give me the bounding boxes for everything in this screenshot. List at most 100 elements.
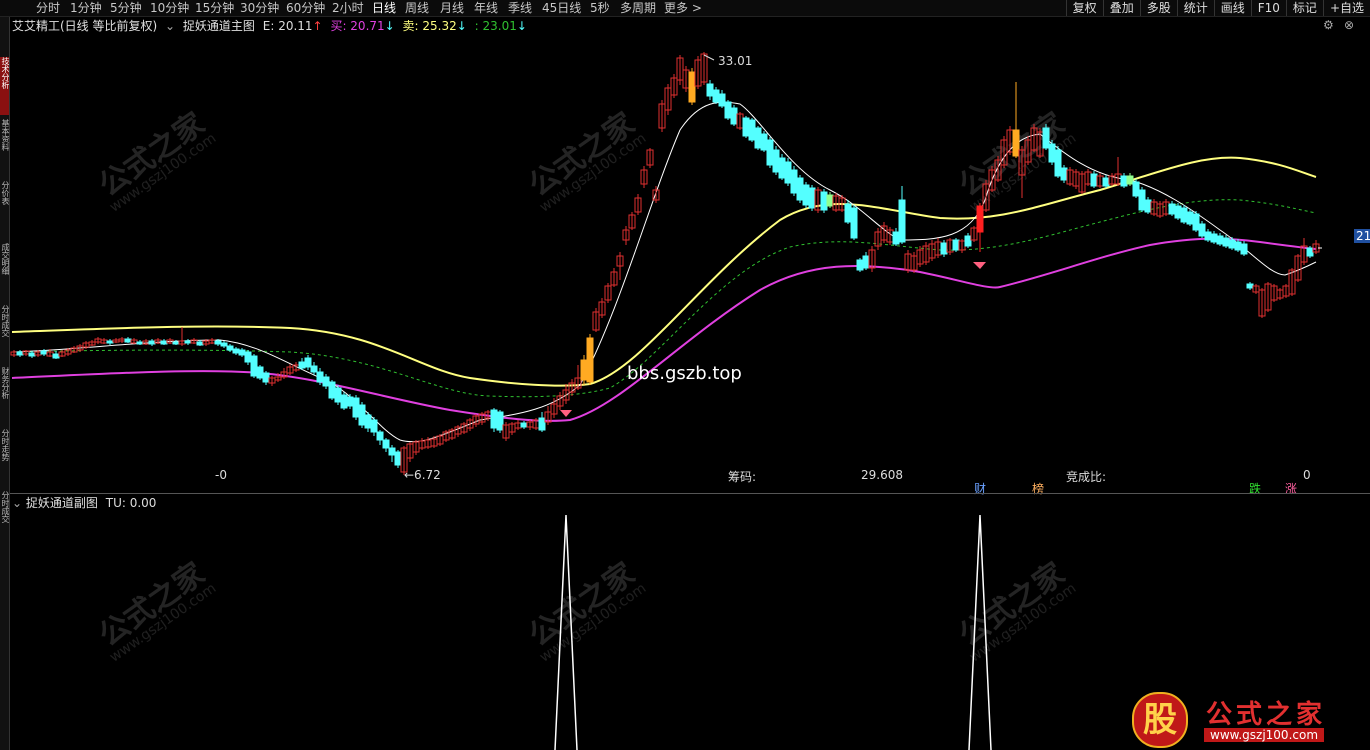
high-arrow-icon <box>703 54 715 61</box>
gem-marker-icon <box>560 410 572 417</box>
candle <box>868 246 876 272</box>
chip-value: 29.608 <box>861 468 903 482</box>
candle <box>814 187 822 213</box>
candle <box>502 422 510 441</box>
candle <box>1216 233 1224 246</box>
candle <box>826 192 834 208</box>
candle <box>130 338 138 344</box>
candle <box>154 338 162 344</box>
candle <box>508 422 516 435</box>
candle <box>1096 173 1104 188</box>
candle <box>1018 146 1026 198</box>
logo-url: www.gszj100.com <box>1204 728 1325 742</box>
candle <box>70 346 78 353</box>
tu-spike <box>554 514 578 750</box>
candle <box>184 339 192 345</box>
candle <box>448 428 456 440</box>
gem-marker-icon <box>973 262 986 269</box>
candle <box>1066 167 1074 186</box>
candle <box>124 337 132 343</box>
candle <box>958 239 966 253</box>
candle <box>832 193 840 212</box>
candle <box>346 394 354 409</box>
candle <box>220 341 228 348</box>
candle <box>238 348 246 357</box>
candle <box>616 252 624 280</box>
logo-glyph: 股 <box>1132 692 1188 748</box>
candle <box>712 87 720 104</box>
candle <box>316 368 324 385</box>
zhang-badge: 涨 <box>1285 482 1298 496</box>
candle <box>16 350 24 357</box>
candle <box>166 338 174 344</box>
candle <box>676 55 684 85</box>
candle <box>112 338 120 343</box>
candle <box>1162 199 1170 216</box>
right-price-tag: 21 <box>1354 229 1370 243</box>
candle <box>1054 146 1062 178</box>
candle <box>586 334 594 385</box>
candle <box>178 327 186 346</box>
candle <box>1132 179 1140 198</box>
candle <box>286 364 294 375</box>
candle <box>1108 173 1116 186</box>
candle <box>760 131 768 152</box>
candle <box>1168 201 1176 216</box>
candle <box>490 408 498 432</box>
candle <box>1198 221 1206 238</box>
candle <box>580 355 588 385</box>
die-badge: 跌 <box>1249 482 1262 496</box>
candle <box>376 430 384 445</box>
candle <box>256 365 264 380</box>
candle <box>706 80 714 100</box>
candle <box>1192 211 1200 232</box>
candle <box>724 100 732 120</box>
candle <box>778 154 786 180</box>
candle <box>442 430 450 442</box>
candle <box>976 203 984 252</box>
zero-right-label: 0 <box>1303 468 1311 482</box>
candle <box>634 194 642 215</box>
candle <box>544 406 552 425</box>
candle <box>988 166 996 192</box>
candle <box>1150 199 1158 216</box>
candle <box>340 392 348 410</box>
candle <box>1258 288 1266 318</box>
candle <box>862 252 870 270</box>
candle <box>718 90 726 108</box>
sub-indicator-name[interactable]: 捉妖通道副图 <box>26 496 98 510</box>
candle <box>1120 173 1128 188</box>
candle <box>946 238 954 255</box>
candle <box>160 339 168 345</box>
candle <box>1276 288 1284 300</box>
tu-value: TU: 0.00 <box>105 496 157 510</box>
candle <box>496 410 504 433</box>
candle <box>646 148 654 168</box>
candle <box>250 354 258 378</box>
candle <box>514 420 522 430</box>
candle <box>700 52 708 85</box>
candle <box>682 66 690 92</box>
candle <box>1234 239 1242 252</box>
candle <box>970 226 978 242</box>
candle <box>856 258 864 272</box>
candle <box>1180 205 1188 224</box>
candle <box>1006 126 1014 155</box>
candle <box>844 200 852 224</box>
candle <box>934 238 942 258</box>
indicator-dropdown-icon[interactable]: ⌄ <box>12 496 22 510</box>
high-price-label: 33.01 <box>718 54 753 68</box>
candle <box>1024 136 1032 165</box>
candle <box>1072 169 1080 189</box>
candle <box>1300 238 1308 265</box>
candle <box>1078 171 1086 194</box>
candle <box>1282 284 1290 298</box>
candle <box>874 228 882 250</box>
candle <box>136 340 144 345</box>
candle <box>328 380 336 400</box>
candle <box>58 350 66 357</box>
candle <box>10 350 18 357</box>
candle <box>796 175 804 203</box>
pane-divider[interactable] <box>10 493 1370 494</box>
candle <box>790 166 798 196</box>
